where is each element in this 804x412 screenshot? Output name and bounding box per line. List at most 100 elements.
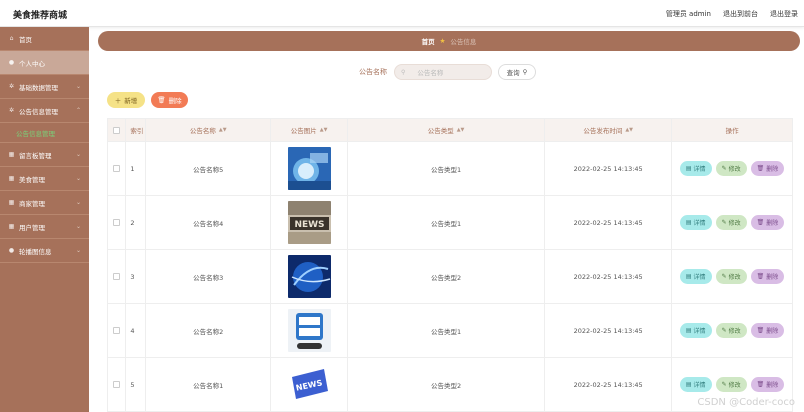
row-name: 公告名称3 — [146, 250, 272, 303]
svg-text:NEWS: NEWS — [294, 220, 324, 230]
row-type: 公告类型1 — [348, 196, 546, 249]
detail-button[interactable]: ▤ 详情 — [679, 269, 712, 284]
table-row: 1 公告名称5 公告类型1 2022-02-25 14:13:45 ▤ 详情 ✎ 修… — [108, 142, 792, 196]
chevron-down-icon: ⌄ — [75, 83, 81, 90]
sidebar-item-profile[interactable]: ● 个人中心 — [0, 51, 89, 75]
batch-delete-label: 删除 — [168, 97, 182, 105]
sidebar-item-label: 公告信息管理 — [19, 107, 58, 116]
search-icon: ⚲ — [522, 68, 528, 76]
add-button[interactable]: ＋ 新增 — [107, 92, 145, 108]
sidebar-item-label: 用户管理 — [19, 223, 45, 232]
news-key-thumbnail[interactable]: NEWS — [287, 363, 331, 406]
sort-icon: ▲▼ — [218, 127, 227, 133]
batch-delete-button[interactable]: 🗑 删除 — [151, 92, 188, 108]
trash-icon: 🗑 — [157, 96, 166, 104]
edit-button[interactable]: ✎ 修改 — [715, 269, 747, 284]
chevron-down-icon: ⌄ — [75, 223, 81, 230]
user-icon: ● — [8, 59, 15, 66]
front-link[interactable]: 退出到前台 — [723, 9, 758, 19]
grid-icon: ▦ — [8, 175, 15, 182]
row-index: 5 — [126, 358, 147, 411]
document-icon: ▤ — [685, 165, 692, 172]
row-time: 2022-02-25 14:13:45 — [545, 142, 673, 195]
row-time: 2022-02-25 14:13:45 — [545, 358, 673, 411]
sidebar-item-label: 商家管理 — [19, 199, 45, 208]
document-icon: ▤ — [685, 273, 692, 280]
plus-icon: ＋ — [114, 97, 122, 105]
admin-label: 管理员 admin — [665, 10, 711, 18]
delete-button[interactable]: 🗑 删除 — [750, 215, 785, 230]
grid-icon: ▦ — [8, 151, 15, 158]
sort-icon: ▲▼ — [319, 127, 328, 133]
table-row: 4 公告名称2 公告类型1 2022-02-25 14:13:45 ▤ 详情 ✎ 修… — [108, 304, 792, 358]
row-checkbox[interactable] — [113, 327, 121, 334]
row-checkbox[interactable] — [113, 381, 121, 388]
sidebar-item-label: 基础数据管理 — [19, 83, 58, 92]
row-checkbox[interactable] — [113, 273, 121, 280]
trash-icon: 🗑 — [756, 327, 765, 334]
sidebar-item-merchant[interactable]: ▦ 商家管理 ⌄ — [0, 191, 89, 215]
row-index: 1 — [126, 142, 147, 195]
sidebar-item-label: 美食管理 — [19, 175, 45, 184]
edit-button[interactable]: ✎ 修改 — [715, 377, 747, 392]
row-time: 2022-02-25 14:13:45 — [545, 304, 673, 357]
detail-button[interactable]: ▤ 详情 — [679, 377, 712, 392]
row-name: 公告名称5 — [146, 142, 272, 195]
header-time[interactable]: 公告发布时间 ▲▼ — [545, 119, 673, 141]
edit-button[interactable]: ✎ 修改 — [715, 323, 747, 338]
sidebar-item-food[interactable]: ▦ 美食管理 ⌄ — [0, 167, 89, 191]
header-image[interactable]: 公告图片 ▲▼ — [271, 119, 348, 141]
document-icon: ▤ — [685, 327, 692, 334]
detail-button[interactable]: ▤ 详情 — [679, 215, 712, 230]
grid-icon: ▦ — [8, 223, 15, 230]
news-sign-thumbnail[interactable]: NEWS — [287, 201, 331, 244]
edit-button[interactable]: ✎ 修改 — [715, 161, 747, 176]
hot-news-thumbnail[interactable] — [287, 309, 331, 352]
add-button-label: 新增 — [124, 97, 138, 105]
row-index: 2 — [126, 196, 147, 249]
edit-button[interactable]: ✎ 修改 — [715, 215, 747, 230]
sidebar: ⌂ 首页 ● 个人中心 ✲ 基础数据管理 ⌄ ✲ 公告信息管理 ⌃ 公告信息管理… — [0, 27, 89, 412]
row-time: 2022-02-25 14:13:45 — [545, 196, 673, 249]
app-title: 美食推荐商城 — [13, 11, 68, 21]
sidebar-item-home[interactable]: ⌂ 首页 — [0, 27, 89, 51]
search-bar: 公告名称 ⚲ 公告名称 查询 ⚲ — [359, 64, 536, 80]
detail-button[interactable]: ▤ 详情 — [679, 161, 712, 176]
search-input[interactable]: ⚲ 公告名称 — [394, 64, 492, 80]
breadcrumb-home[interactable]: 首页 — [422, 36, 435, 46]
sidebar-item-basic-data[interactable]: ✲ 基础数据管理 ⌄ — [0, 75, 89, 99]
search-button[interactable]: 查询 ⚲ — [498, 64, 536, 80]
header-type[interactable]: 公告类型 ▲▼ — [348, 119, 546, 141]
logout-link[interactable]: 退出登录 — [770, 9, 798, 19]
row-checkbox[interactable] — [113, 219, 121, 226]
delete-button[interactable]: 🗑 删除 — [750, 377, 785, 392]
grid-icon: ▦ — [8, 199, 15, 206]
breadcrumb: 首页 ★ 公告信息 — [98, 31, 800, 51]
row-name: 公告名称2 — [146, 304, 272, 357]
header-name[interactable]: 公告名称 ▲▼ — [146, 119, 272, 141]
pencil-icon: ✎ — [721, 165, 727, 172]
detail-button[interactable]: ▤ 详情 — [679, 323, 712, 338]
row-name: 公告名称4 — [146, 196, 272, 249]
pencil-icon: ✎ — [721, 381, 727, 388]
select-all-checkbox[interactable] — [113, 126, 121, 134]
row-checkbox[interactable] — [113, 165, 121, 172]
sidebar-item-message[interactable]: ▦ 留言板管理 ⌄ — [0, 143, 89, 167]
row-time: 2022-02-25 14:13:45 — [545, 250, 673, 303]
delete-button[interactable]: 🗑 删除 — [750, 323, 785, 338]
news-globe-thumbnail[interactable] — [287, 147, 331, 190]
sidebar-item-carousel[interactable]: ● 轮播图信息 ⌄ — [0, 239, 89, 263]
sidebar-item-label: 个人中心 — [19, 59, 45, 68]
sidebar-item-users[interactable]: ▦ 用户管理 ⌄ — [0, 215, 89, 239]
delete-button[interactable]: 🗑 删除 — [750, 269, 785, 284]
table-header: 索引 公告名称 ▲▼ 公告图片 ▲▼ 公告类型 ▲▼ 公告发布时间 ▲▼ 操作 — [108, 119, 792, 142]
sidebar-item-label: 首页 — [19, 35, 32, 44]
row-type: 公告类型2 — [348, 250, 546, 303]
delete-button[interactable]: 🗑 删除 — [750, 161, 785, 176]
table-row: 2 公告名称4 NEWS 公告类型1 2022-02-25 14:13:45 ▤… — [108, 196, 792, 250]
breadcrumb-current: 公告信息 — [450, 38, 477, 46]
blue-globe-thumbnail[interactable] — [287, 255, 331, 298]
sidebar-subitem-notice[interactable]: 公告信息管理 — [0, 123, 89, 143]
pencil-icon: ✎ — [721, 219, 727, 226]
sidebar-item-notice[interactable]: ✲ 公告信息管理 ⌃ — [0, 99, 89, 123]
